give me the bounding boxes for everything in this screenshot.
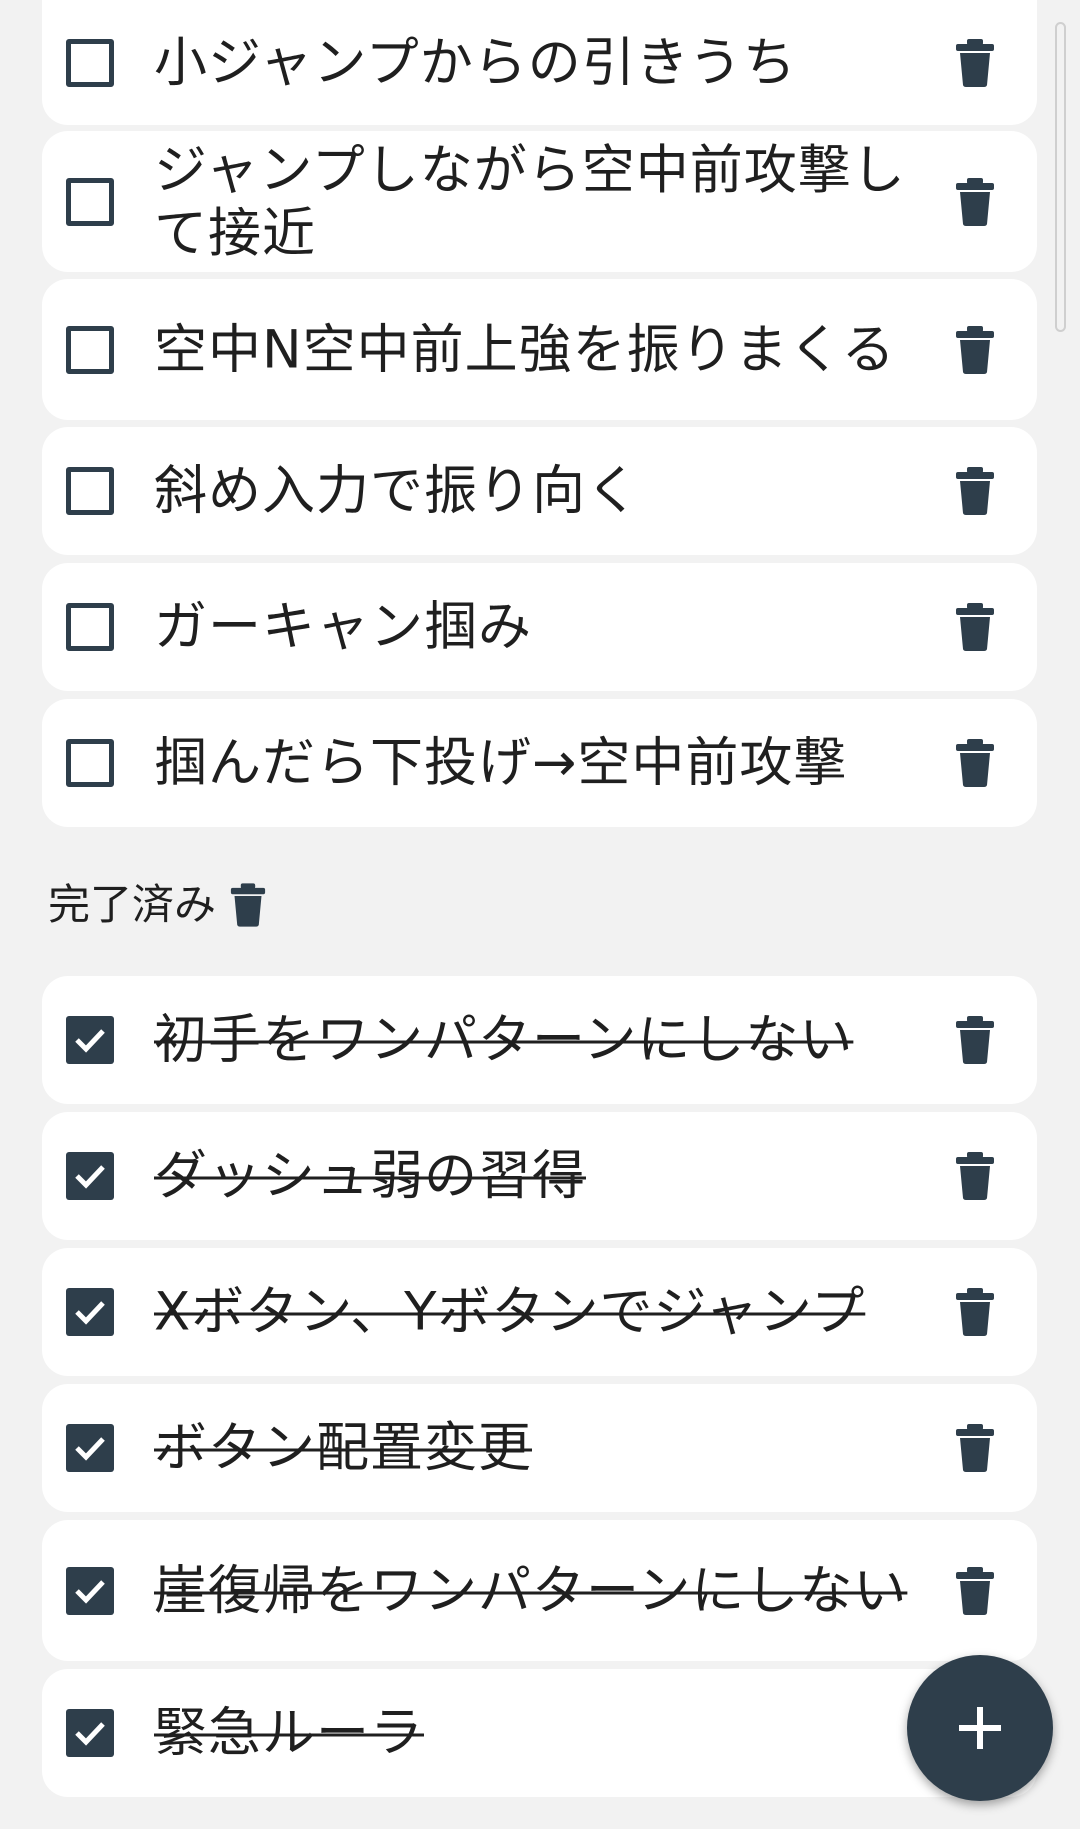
checkbox-unchecked[interactable] [66,38,114,87]
trash-icon[interactable] [955,466,995,516]
task-item[interactable]: ジャンプしながら空中前攻撃して接近 [42,131,1037,272]
completed-task-item[interactable]: 緊急ルーラ [42,1669,1037,1797]
checkmark-icon [75,1029,105,1053]
checkbox-checked[interactable] [66,1288,114,1336]
checkmark-icon [75,1722,105,1746]
task-label: 空中N空中前上強を振りまくる [154,319,896,380]
checkmark-icon [75,1165,105,1189]
task-label: 緊急ルーラ [154,1702,424,1764]
checkbox-unchecked[interactable] [66,467,114,515]
checkbox-checked[interactable] [66,1566,114,1615]
checkbox-unchecked[interactable] [66,177,114,226]
checkbox-unchecked[interactable] [66,739,114,787]
add-task-button[interactable] [907,1655,1053,1801]
task-item[interactable]: 小ジャンプからの引きうち [42,0,1037,125]
task-label: ガーキャン掴み [154,596,532,658]
checkbox-checked[interactable] [66,1709,114,1757]
section-title: 完了済み [48,880,217,929]
checkbox-checked[interactable] [66,1424,114,1472]
checkbox-checked[interactable] [66,1016,114,1064]
trash-icon[interactable] [955,177,995,227]
trash-icon[interactable] [955,1566,995,1616]
plus-icon [959,1707,1001,1749]
trash-icon[interactable] [955,1015,995,1065]
checkmark-icon [75,1579,105,1604]
completed-task-item[interactable]: ダッシュ弱の習得 [42,1112,1037,1240]
task-item[interactable]: 掴んだら下投げ→空中前攻撃 [42,699,1037,827]
checkmark-icon [75,1437,105,1461]
trash-icon[interactable] [955,602,995,652]
scrollbar[interactable] [1055,22,1066,332]
completed-task-item[interactable]: 初手をワンパターンにしない [42,976,1037,1104]
trash-icon[interactable] [955,1151,995,1201]
trash-icon[interactable] [955,738,995,788]
completed-task-item[interactable]: 崖復帰をワンパターンにしない [42,1520,1037,1661]
trash-icon[interactable] [230,881,266,929]
task-item[interactable]: 空中N空中前上強を振りまくる [42,279,1037,420]
trash-icon[interactable] [955,325,995,375]
task-label: 初手をワンパターンにしない [154,1009,854,1071]
completed-task-item[interactable]: ボタン配置変更 [42,1384,1037,1512]
task-label: Xボタン、Yボタンでジャンプ [154,1281,866,1343]
task-item[interactable]: 斜め入力で振り向く [42,427,1037,555]
task-label: 掴んだら下投げ→空中前攻撃 [154,732,848,794]
task-label: ボタン配置変更 [154,1417,532,1479]
checkbox-checked[interactable] [66,1152,114,1200]
task-item[interactable]: ガーキャン掴み [42,563,1037,691]
trash-icon[interactable] [955,1423,995,1473]
trash-icon[interactable] [955,38,995,88]
completed-task-item[interactable]: Xボタン、Yボタンでジャンプ [42,1248,1037,1376]
trash-icon[interactable] [955,1287,995,1337]
task-label: 崖復帰をワンパターンにしない [154,1560,908,1621]
completed-section-header: 完了済み [48,875,266,935]
task-label: ダッシュ弱の習得 [154,1145,586,1207]
task-label: ジャンプしながら空中前攻撃して接近 [154,139,906,264]
task-label: 斜め入力で振り向く [154,460,640,522]
checkbox-unchecked[interactable] [66,603,114,651]
checkmark-icon [75,1301,105,1325]
task-label: 小ジャンプからの引きうち [154,32,797,93]
checkbox-unchecked[interactable] [66,325,114,374]
